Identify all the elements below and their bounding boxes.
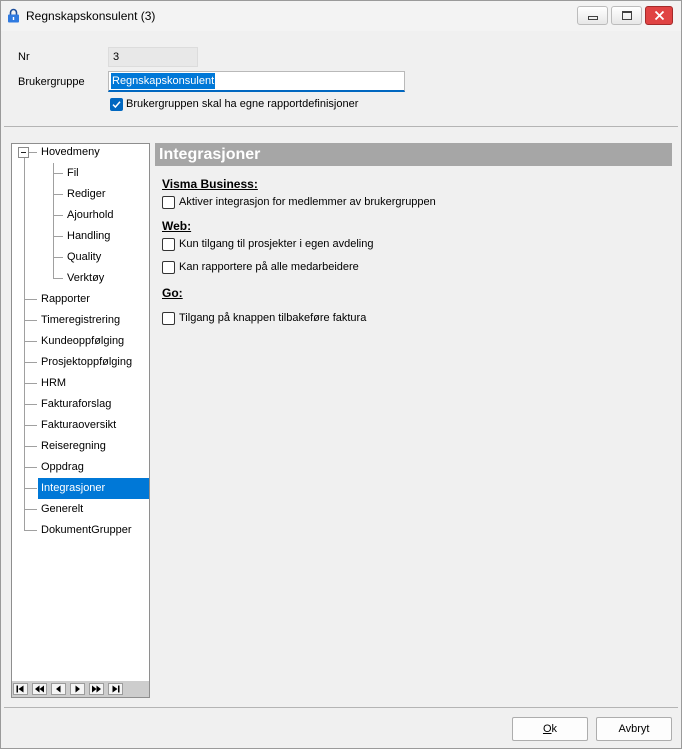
tree-node-label: Fil xyxy=(67,167,79,179)
tree-node-ajourhold[interactable]: Ajourhold xyxy=(12,205,149,226)
cancel-button[interactable]: Avbryt xyxy=(596,717,672,741)
minimize-icon xyxy=(588,16,598,20)
lock-icon xyxy=(8,8,19,23)
tree-node-hrm[interactable]: HRM xyxy=(12,373,149,394)
tree-node-label: Integrasjoner xyxy=(38,478,149,499)
next-page-button[interactable] xyxy=(89,683,104,695)
last-record-icon xyxy=(112,685,120,693)
option-checkbox[interactable] xyxy=(162,261,175,274)
tree-node-prosjektoppfolging[interactable]: Prosjektoppfølging xyxy=(12,352,149,373)
tree-node-reiseregning[interactable]: Reiseregning xyxy=(12,436,149,457)
tree-node-label: Reiseregning xyxy=(41,440,106,452)
window-title: Regnskapskonsulent (3) xyxy=(26,9,156,23)
option-checkbox[interactable] xyxy=(162,196,175,209)
menu-tree-list: Hovedmeny Fil Rediger Ajourhold Handling… xyxy=(12,144,149,541)
tree-node-label: Oppdrag xyxy=(41,461,84,473)
maximize-icon xyxy=(622,11,632,20)
tree-node-label: Ajourhold xyxy=(67,209,114,221)
tree-node-label: Hovedmeny xyxy=(41,146,100,158)
tree-node-label: Prosjektoppfølging xyxy=(41,356,133,368)
nr-field: 3 xyxy=(108,47,198,67)
previous-record-icon xyxy=(56,685,61,693)
tree-node-kundeoppfolging[interactable]: Kundeoppfølging xyxy=(12,331,149,352)
tree-node-timeregistrering[interactable]: Timeregistrering xyxy=(12,310,149,331)
minimize-button[interactable] xyxy=(577,6,608,25)
tree-node-rapporter[interactable]: Rapporter xyxy=(12,289,149,310)
last-record-button[interactable] xyxy=(108,683,123,695)
option-aktiver-integrasjon[interactable]: Aktiver integrasjon for medlemmer av bru… xyxy=(162,196,562,209)
tree-node-label: Fakturaforslag xyxy=(41,398,112,410)
tree-node-rediger[interactable]: Rediger xyxy=(12,184,149,205)
user-group-selected-text: Regnskapskonsulent xyxy=(111,73,216,89)
ok-button[interactable]: Ok xyxy=(512,717,588,741)
first-record-button[interactable] xyxy=(13,683,28,695)
option-checkbox[interactable] xyxy=(162,238,175,251)
tree-node-oppdrag[interactable]: Oppdrag xyxy=(12,457,149,478)
section-heading-visma-business: Visma Business: xyxy=(162,177,258,191)
tree-node-label: Generelt xyxy=(41,503,84,515)
tree-node-dokumentgrupper[interactable]: DokumentGrupper xyxy=(12,520,149,541)
tree-node-label: Kundeoppfølging xyxy=(41,335,125,347)
next-page-icon xyxy=(92,685,101,693)
tree-node-generelt[interactable]: Generelt xyxy=(12,499,149,520)
tree-node-label: Handling xyxy=(67,230,111,242)
tree-node-fakturaforslag[interactable]: Fakturaforslag xyxy=(12,394,149,415)
option-label[interactable]: Tilgang på knappen tilbakeføre faktura xyxy=(179,312,366,325)
tree-node-fil[interactable]: Fil xyxy=(12,163,149,184)
dialog-window: Regnskapskonsulent (3) Nr 3 Brukergruppe… xyxy=(0,0,682,749)
menu-tree[interactable]: Hovedmeny Fil Rediger Ajourhold Handling… xyxy=(11,143,150,698)
option-label[interactable]: Kan rapportere på alle medarbeidere xyxy=(179,261,359,274)
tree-node-label: Rediger xyxy=(67,188,106,200)
tree-node-label: HRM xyxy=(41,377,67,389)
previous-page-icon xyxy=(35,685,44,693)
record-navigator xyxy=(12,681,149,697)
tree-node-label: Quality xyxy=(67,251,102,263)
close-icon xyxy=(654,10,665,21)
tree-node-label: Fakturaoversikt xyxy=(41,419,117,431)
user-group-input[interactable]: Regnskapskonsulent xyxy=(108,71,405,92)
next-record-button[interactable] xyxy=(70,683,85,695)
tree-node-integrasjoner[interactable]: Integrasjoner xyxy=(12,478,149,499)
option-checkbox[interactable] xyxy=(162,312,175,325)
checkmark-icon xyxy=(112,101,121,109)
option-kun-tilgang-egen-avdeling[interactable]: Kun tilgang til prosjekter i egen avdeli… xyxy=(162,238,562,251)
previous-page-button[interactable] xyxy=(32,683,47,695)
own-report-definitions-label[interactable]: Brukergruppen skal ha egne rapportdefini… xyxy=(126,97,358,111)
tree-node-label: Verktøy xyxy=(67,272,105,284)
maximize-button[interactable] xyxy=(611,6,642,25)
nr-label: Nr xyxy=(18,51,30,63)
tree-node-label: DokumentGrupper xyxy=(41,524,132,536)
tree-node-quality[interactable]: Quality xyxy=(12,247,149,268)
first-record-icon xyxy=(16,685,24,693)
option-label[interactable]: Aktiver integrasjon for medlemmer av bru… xyxy=(179,196,436,209)
separator-bottom xyxy=(4,707,678,708)
close-button[interactable] xyxy=(645,6,673,25)
previous-record-button[interactable] xyxy=(51,683,66,695)
tree-node-verktoy[interactable]: Verktøy xyxy=(12,268,149,289)
tree-node-handling[interactable]: Handling xyxy=(12,226,149,247)
separator-top xyxy=(4,126,678,127)
tree-node-fakturaoversikt[interactable]: Fakturaoversikt xyxy=(12,415,149,436)
tree-node-label: Rapporter xyxy=(41,293,90,305)
option-tilbakefore-faktura[interactable]: Tilgang på knappen tilbakeføre faktura xyxy=(162,312,562,325)
user-group-label: Brukergruppe xyxy=(18,76,85,88)
own-report-definitions-checkbox[interactable] xyxy=(110,98,123,111)
section-heading-go: Go: xyxy=(162,286,183,300)
title-bar[interactable]: Regnskapskonsulent (3) xyxy=(0,0,682,31)
next-record-icon xyxy=(75,685,80,693)
option-rapportere-alle-medarbeidere[interactable]: Kan rapportere på alle medarbeidere xyxy=(162,261,562,274)
option-label[interactable]: Kun tilgang til prosjekter i egen avdeli… xyxy=(179,238,373,251)
tree-node-hovedmeny[interactable]: Hovedmeny xyxy=(12,144,149,163)
section-heading-web: Web: xyxy=(162,219,192,233)
tree-node-label: Timeregistrering xyxy=(41,314,121,326)
panel-title: Integrasjoner xyxy=(155,143,672,166)
collapse-minus-icon[interactable] xyxy=(18,147,29,158)
